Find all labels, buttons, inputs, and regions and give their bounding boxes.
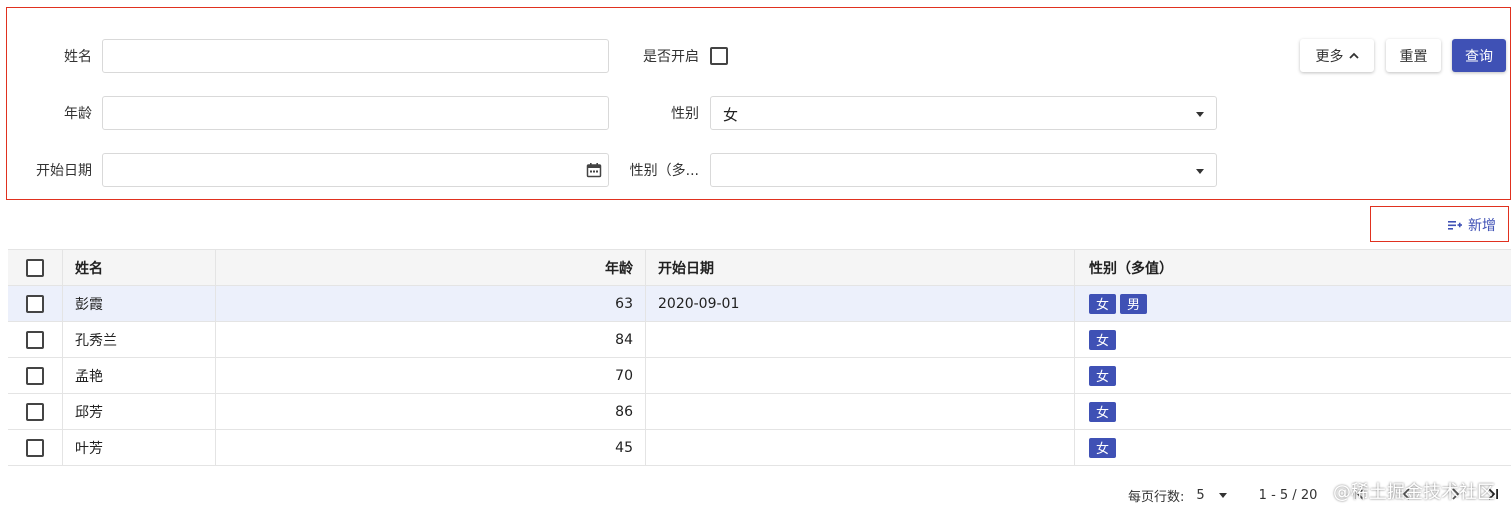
dropdown-arrow-icon: [1196, 112, 1204, 117]
column-header-gender-multi[interactable]: 性别（多值）: [1075, 250, 1511, 285]
query-button-label: 查询: [1465, 48, 1493, 65]
gender-multi-select[interactable]: [710, 153, 1217, 187]
rows-per-page-select[interactable]: 5: [1196, 488, 1204, 503]
cell-start-date: [646, 430, 1075, 465]
cell-start-date: 2020-09-01: [646, 286, 1075, 321]
cell-gender-multi: 女: [1075, 322, 1511, 357]
cell-start-date: [646, 322, 1075, 357]
watermark-text: @稀土掘金技术社区: [1333, 482, 1495, 503]
add-button[interactable]: 新增: [1448, 215, 1496, 235]
table-row[interactable]: 孟艳 70 女: [8, 358, 1511, 394]
more-button-label: 更多: [1315, 48, 1344, 65]
search-panel: 姓名 是否开启 更多 重置 查询 年龄 性别 女 开始日期 性别（多...: [6, 7, 1511, 200]
cell-name: 叶芳: [63, 430, 216, 465]
gender-tag: 女: [1089, 437, 1117, 458]
row-checkbox[interactable]: [26, 294, 44, 313]
row-checkbox-cell: [8, 394, 63, 429]
gender-tag: 男: [1120, 293, 1148, 314]
name-label: 姓名: [64, 49, 92, 65]
dropdown-arrow-icon[interactable]: [1218, 492, 1227, 498]
table-row[interactable]: 孔秀兰 84 女: [8, 322, 1511, 358]
row-checkbox-cell: [8, 286, 63, 321]
cell-age: 70: [216, 358, 646, 393]
table-header: 姓名 年龄 开始日期 性别（多值）: [8, 250, 1511, 286]
table-row[interactable]: 彭霞 63 2020-09-01 女 男: [8, 286, 1511, 322]
cell-age: 45: [216, 430, 646, 465]
page-range-text: 1 - 5 / 20: [1258, 487, 1318, 503]
chevron-up-icon: [1348, 52, 1359, 59]
dropdown-arrow-icon: [1196, 169, 1204, 174]
row-checkbox[interactable]: [26, 438, 44, 457]
row-checkbox[interactable]: [26, 402, 44, 421]
data-table: 姓名 年龄 开始日期 性别（多值） 彭霞 63 2020-09-01 女 男 孔…: [8, 249, 1511, 466]
enabled-checkbox[interactable]: [710, 47, 728, 65]
cell-gender-multi: 女: [1075, 430, 1511, 465]
enabled-label: 是否开启: [643, 49, 699, 65]
reset-button[interactable]: 重置: [1386, 39, 1441, 72]
playlist-add-icon: [1448, 221, 1462, 230]
rows-per-page-label: 每页行数:: [1128, 489, 1185, 505]
pagination: 每页行数: 5 1 - 5 / 20: [1128, 484, 1317, 506]
reset-button-label: 重置: [1399, 48, 1428, 65]
column-header-start-date[interactable]: 开始日期: [646, 250, 1075, 285]
row-checkbox[interactable]: [26, 366, 44, 385]
cell-gender-multi: 女: [1075, 394, 1511, 429]
table-row[interactable]: 叶芳 45 女: [8, 430, 1511, 466]
row-checkbox-cell: [8, 322, 63, 357]
cell-gender-multi: 女 男: [1075, 286, 1511, 321]
gender-tag: 女: [1089, 401, 1117, 422]
header-checkbox-cell: [8, 250, 63, 285]
row-checkbox[interactable]: [26, 330, 44, 349]
age-input[interactable]: [102, 96, 609, 130]
start-date-label: 开始日期: [36, 163, 92, 179]
query-button[interactable]: 查询: [1452, 39, 1506, 72]
select-all-checkbox[interactable]: [26, 258, 44, 277]
cell-age: 63: [216, 286, 646, 321]
cell-name: 邱芳: [63, 394, 216, 429]
gender-label: 性别: [671, 106, 699, 122]
calendar-icon[interactable]: [586, 162, 602, 178]
row-checkbox-cell: [8, 430, 63, 465]
cell-gender-multi: 女: [1075, 358, 1511, 393]
gender-tag: 女: [1089, 365, 1117, 386]
gender-multi-label: 性别（多...: [629, 163, 699, 179]
gender-select-value: 女: [723, 106, 739, 124]
row-checkbox-cell: [8, 358, 63, 393]
add-button-highlight: 新增: [1370, 206, 1509, 242]
start-date-input[interactable]: [102, 153, 609, 187]
age-label: 年龄: [64, 106, 92, 122]
gender-tag: 女: [1089, 329, 1117, 350]
cell-start-date: [646, 358, 1075, 393]
cell-age: 86: [216, 394, 646, 429]
column-header-age[interactable]: 年龄: [216, 250, 646, 285]
cell-name: 彭霞: [63, 286, 216, 321]
add-button-label: 新增: [1468, 218, 1496, 234]
gender-select[interactable]: 女: [710, 96, 1217, 130]
more-button[interactable]: 更多: [1300, 39, 1374, 72]
cell-name: 孟艳: [63, 358, 216, 393]
cell-name: 孔秀兰: [63, 322, 216, 357]
column-header-name[interactable]: 姓名: [63, 250, 216, 285]
cell-age: 84: [216, 322, 646, 357]
name-input[interactable]: [102, 39, 609, 73]
table-row[interactable]: 邱芳 86 女: [8, 394, 1511, 430]
gender-tag: 女: [1089, 293, 1117, 314]
cell-start-date: [646, 394, 1075, 429]
